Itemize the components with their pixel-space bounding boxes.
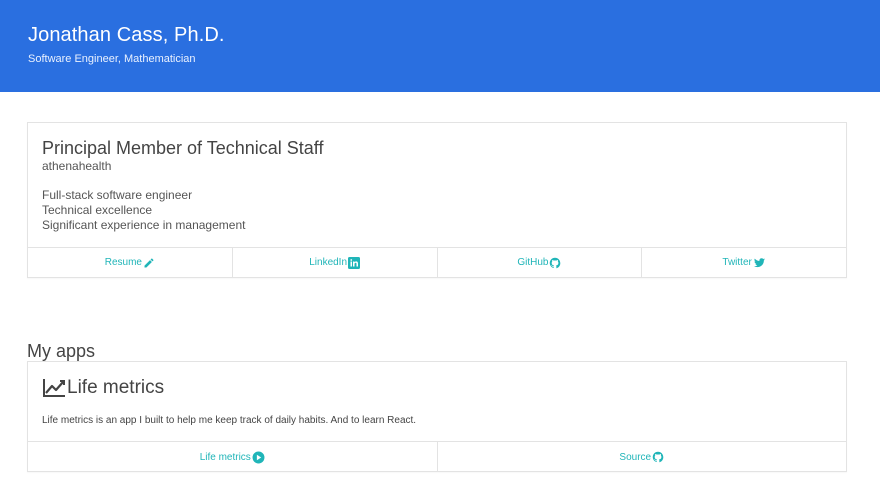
job-title: Principal Member of Technical Staff [42, 138, 324, 158]
linkedin-link[interactable]: LinkedIn [233, 248, 438, 277]
job-company: athenahealth [42, 159, 112, 173]
job-highlights: Full-stack software engineer Technical e… [42, 188, 832, 233]
profile-name: Jonathan Cass, Ph.D. [28, 24, 225, 46]
profile-subtitle: Software Engineer, Mathematician [28, 53, 196, 65]
job-highlight-item: Technical excellence [42, 203, 153, 217]
app-links: Life metrics Source [28, 441, 847, 472]
twitter-link-label: Twitter [722, 257, 752, 268]
job-card: Principal Member of Technical Staff athe… [27, 122, 847, 278]
job-highlight-item: Full-stack software engineer [42, 188, 193, 202]
play-circle-icon [252, 451, 265, 464]
source-link[interactable]: Source [438, 442, 847, 472]
life-metrics-app-link-label: Life metrics [199, 451, 251, 463]
linkedin-link-label: LinkedIn [309, 257, 348, 268]
app-title: Life metrics [67, 377, 165, 398]
job-highlight-item: Significant experience in management [42, 218, 246, 232]
github-link[interactable]: GitHub [438, 248, 643, 277]
github-icon [652, 451, 664, 463]
page-header: Jonathan Cass, Ph.D. Software Engineer, … [0, 0, 880, 92]
linkedin-icon [348, 256, 361, 269]
job-links: Resume LinkedIn GitHub Twitter [28, 247, 846, 277]
app-card: Life metrics Life metrics is an app I bu… [27, 361, 847, 472]
line-chart-icon [42, 378, 66, 398]
pencil-icon [143, 257, 155, 269]
resume-link[interactable]: Resume [28, 248, 233, 277]
life-metrics-app-link[interactable]: Life metrics [28, 442, 438, 472]
app-card-body: Life metrics Life metrics is an app I bu… [28, 362, 846, 441]
github-link-label: GitHub [517, 257, 549, 268]
github-icon [549, 257, 561, 269]
app-description: Life metrics is an app I built to help m… [42, 415, 417, 426]
resume-link-label: Resume [104, 257, 142, 268]
main-content: Principal Member of Technical Staff athe… [0, 122, 880, 472]
app-title-row: Life metrics [42, 376, 832, 400]
twitter-link[interactable]: Twitter [642, 248, 846, 277]
job-card-body: Principal Member of Technical Staff athe… [28, 123, 846, 247]
twitter-icon [753, 257, 766, 269]
source-link-label: Source [619, 451, 652, 463]
apps-section-title: My apps [27, 341, 96, 361]
